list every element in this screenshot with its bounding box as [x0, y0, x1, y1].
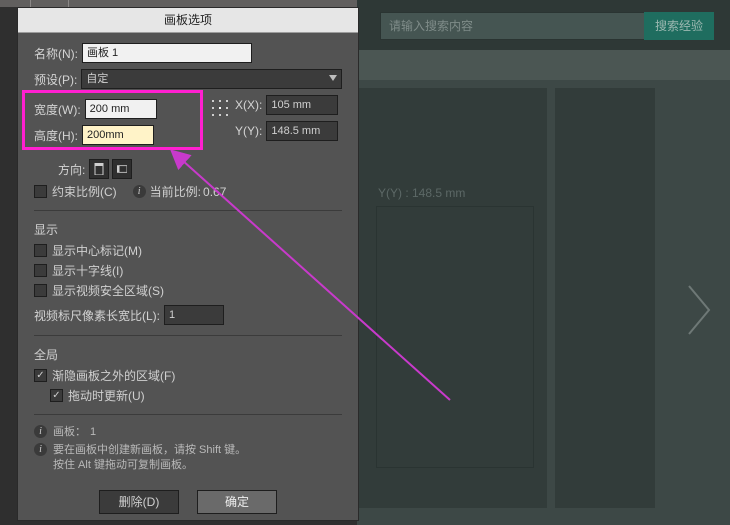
background-strip [357, 50, 730, 80]
chevron-down-icon [329, 75, 337, 81]
y-label: Y(Y): [235, 124, 262, 138]
x-label: X(X): [235, 98, 262, 112]
display-section-title: 显示 [34, 221, 342, 238]
video-ratio-row: 视频标尺像素长宽比(L): 1 [34, 305, 342, 325]
preset-select[interactable]: 自定 [81, 69, 342, 89]
show-safe-label: 显示视频安全区域(S) [52, 282, 164, 299]
info-icon: i [133, 185, 146, 198]
orientation-portrait-button[interactable] [89, 159, 109, 179]
show-safe-checkbox[interactable] [34, 284, 47, 297]
x-field[interactable]: 105 mm [266, 95, 338, 115]
height-field[interactable]: 200mm [82, 125, 154, 145]
orientation-landscape-button[interactable] [112, 159, 132, 179]
search-input[interactable]: 请输入搜索内容 [380, 12, 648, 40]
width-field[interactable]: 200 mm [85, 99, 157, 119]
constrain-row: 约束比例(C) i 当前比例: 0.67 [34, 183, 342, 200]
info-count-row: i 画板： 1 [34, 425, 342, 440]
constrain-checkbox[interactable] [34, 185, 47, 198]
preset-value: 自定 [86, 73, 108, 85]
ghost-y-readout: Y(Y) : 148.5 mm [378, 186, 465, 200]
delete-button[interactable]: 删除(D) [99, 490, 179, 514]
info-icon: i [34, 443, 47, 456]
dialog-title: 画板选项 [18, 8, 358, 33]
y-row: Y(Y): 148.5 mm [235, 121, 338, 141]
show-safe-row: 显示视频安全区域(S) [34, 282, 342, 299]
search-button[interactable]: 搜索经验 [644, 12, 714, 40]
update-drag-row: 拖动时更新(U) [34, 387, 342, 404]
update-drag-label: 拖动时更新(U) [68, 387, 145, 404]
preset-row: 预设(P): 自定 [34, 69, 342, 89]
name-label: 名称(N): [34, 45, 78, 62]
show-cross-row: 显示十字线(I) [34, 262, 342, 279]
global-section-title: 全局 [34, 346, 342, 363]
preset-label: 预设(P): [34, 71, 77, 88]
update-drag-checkbox[interactable] [50, 389, 63, 402]
separator [34, 210, 342, 211]
dialog-button-bar: 删除(D) 确定 [18, 490, 358, 514]
separator [34, 414, 342, 415]
info-count-value: 1 [90, 425, 96, 440]
video-ratio-field[interactable]: 1 [164, 305, 224, 325]
ratio-value: 0.67 [203, 185, 226, 199]
ok-button[interactable]: 确定 [197, 490, 277, 514]
info-hint-line2: 按住 Alt 键拖动可复制画板。 [53, 459, 193, 471]
y-field[interactable]: 148.5 mm [266, 121, 338, 141]
ghost-artboard-rect [376, 206, 534, 468]
height-label: 高度(H): [34, 127, 78, 144]
info-icon: i [34, 425, 47, 438]
video-ratio-label: 视频标尺像素长宽比(L): [34, 307, 160, 324]
fade-outside-row: 渐隐画板之外的区域(F) [34, 367, 342, 384]
show-center-label: 显示中心标记(M) [52, 242, 142, 259]
fade-outside-checkbox[interactable] [34, 369, 47, 382]
info-hint-line1: 要在画板中创建新画板，请按 Shift 键。 [53, 444, 246, 456]
orientation-label: 方向: [58, 161, 85, 178]
next-chevron-icon[interactable] [683, 280, 717, 340]
background-panel-right [555, 88, 655, 508]
info-count-label: 画板： [53, 425, 86, 440]
name-row: 名称(N): 画板 1 [34, 43, 342, 63]
width-label: 宽度(W): [34, 101, 81, 118]
show-center-checkbox[interactable] [34, 244, 47, 257]
info-hint-row: i 要在画板中创建新画板，请按 Shift 键。 按住 Alt 键拖动可复制画板… [34, 443, 342, 473]
name-field[interactable]: 画板 1 [82, 43, 252, 63]
orientation-row: 方向: [34, 159, 342, 179]
constrain-label: 约束比例(C) [52, 183, 117, 200]
show-cross-checkbox[interactable] [34, 264, 47, 277]
show-cross-label: 显示十字线(I) [52, 262, 123, 279]
x-row: X(X): 105 mm [235, 95, 338, 115]
show-center-row: 显示中心标记(M) [34, 242, 342, 259]
separator [34, 335, 342, 336]
top-ruler [0, 0, 357, 7]
artboard-options-dialog: 画板选项 名称(N): 画板 1 预设(P): 自定 宽度(W): 200 mm… [17, 7, 359, 521]
ratio-label: 当前比例: [150, 183, 201, 200]
fade-outside-label: 渐隐画板之外的区域(F) [52, 367, 175, 384]
